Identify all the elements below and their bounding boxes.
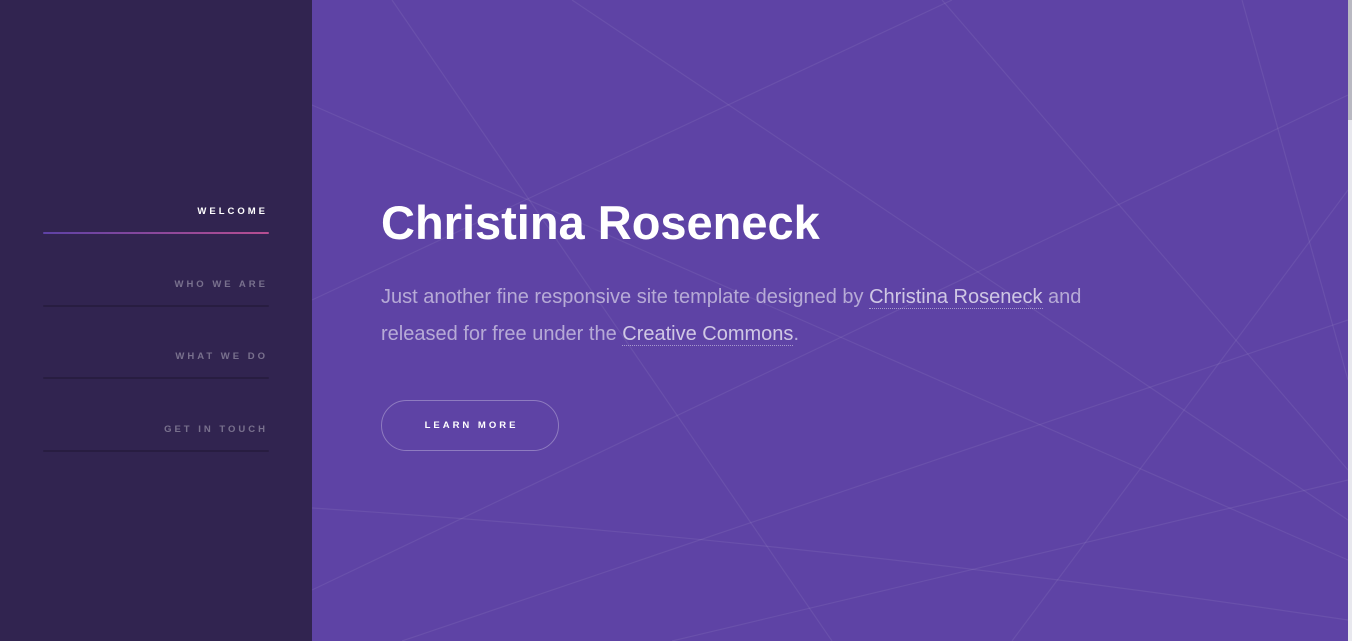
nav-divider (43, 449, 269, 452)
license-link[interactable]: Creative Commons (622, 323, 794, 346)
hero-section: Christina Roseneck Just another fine res… (381, 192, 1141, 353)
author-link[interactable]: Christina Roseneck (869, 286, 1043, 309)
sidebar-item-label: WHAT WE DO (175, 351, 268, 362)
active-indicator (43, 232, 269, 234)
scrollbar-thumb[interactable] (1348, 0, 1352, 120)
sidebar-item-get-in-touch[interactable]: GET IN TOUCH (43, 411, 269, 484)
sidebar-nav: WELCOME WHO WE ARE WHAT WE DO GET IN TOU… (43, 193, 269, 483)
description-text: . (793, 323, 799, 345)
sidebar: WELCOME WHO WE ARE WHAT WE DO GET IN TOU… (0, 0, 312, 641)
learn-more-button[interactable]: LEARN MORE (381, 400, 559, 451)
sidebar-item-label: WELCOME (197, 206, 268, 217)
sidebar-item-label: WHO WE ARE (174, 278, 268, 290)
sidebar-item-label: GET IN TOUCH (164, 423, 268, 435)
scrollbar[interactable] (1348, 0, 1352, 641)
main-banner: Christina Roseneck Just another fine res… (312, 0, 1348, 641)
sidebar-item-what-we-do[interactable]: WHAT WE DO (43, 338, 269, 411)
nav-divider (43, 304, 269, 307)
hero-description: Just another fine responsive site templa… (381, 279, 1141, 353)
sidebar-item-who-we-are[interactable]: WHO WE ARE (43, 266, 269, 339)
description-text: Just another fine responsive site templa… (381, 286, 870, 308)
page-title: Christina Roseneck (381, 196, 820, 249)
sidebar-item-welcome[interactable]: WELCOME (43, 193, 269, 266)
nav-divider (43, 377, 269, 379)
